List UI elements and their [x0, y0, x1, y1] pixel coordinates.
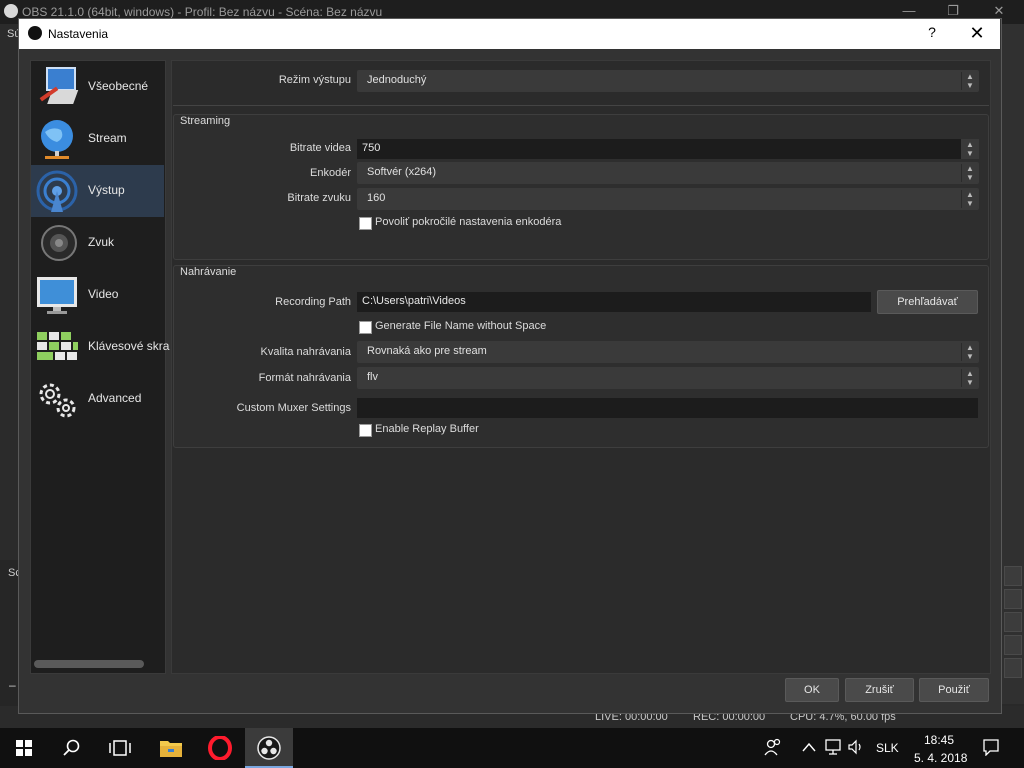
task-view-icon: [109, 740, 131, 756]
browse-button[interactable]: Prehľadávať: [877, 290, 978, 314]
output-mode-select[interactable]: Jednoduchý ▲ ▼: [357, 70, 979, 92]
sidebar-scrollbar[interactable]: [34, 660, 144, 668]
recording-path-input[interactable]: C:\Users\patri\Videos: [357, 292, 871, 312]
video-bitrate-input[interactable]: 750: [357, 139, 961, 159]
clock-date[interactable]: 5. 4. 2018: [914, 751, 967, 765]
gears-icon: [39, 383, 76, 418]
network-icon[interactable]: [824, 738, 842, 756]
task-view-button[interactable]: [96, 728, 144, 768]
taskbar-file-explorer[interactable]: [147, 728, 195, 768]
audio-bitrate-label: Bitrate zvuku: [287, 192, 351, 204]
no-space-checkbox[interactable]: [359, 321, 372, 334]
sidebar-item-video[interactable]: Video: [31, 269, 164, 321]
obs-logo-icon: [257, 736, 281, 760]
advanced-encoder-label: Povoliť pokročilé nastavenia enkodéra: [375, 216, 562, 228]
chevron-updown-icon: ▲ ▼: [961, 164, 978, 182]
recording-format-value: flv: [367, 371, 378, 383]
general-icon: [39, 67, 79, 104]
opera-icon: [208, 736, 232, 760]
speaker-icon: [41, 225, 77, 261]
chevron-updown-icon: ▲ ▼: [961, 343, 978, 361]
no-space-label: Generate File Name without Space: [375, 320, 547, 332]
sidebar-item-label: Všeobecné: [88, 79, 149, 93]
ok-button[interactable]: OK: [785, 678, 839, 702]
spinbox-arrows-icon[interactable]: ▲ ▼: [961, 139, 979, 159]
audio-bitrate-value: 160: [367, 192, 386, 204]
sidebar-item-advanced[interactable]: Advanced: [31, 373, 164, 425]
recording-path-label: Recording Path: [275, 296, 351, 308]
keyboard-icon: [37, 332, 78, 360]
remove-icon[interactable]: –: [9, 678, 16, 692]
advanced-encoder-checkbox[interactable]: [359, 217, 372, 230]
sidebar-item-label: Video: [88, 287, 119, 301]
replay-buffer-label: Enable Replay Buffer: [375, 423, 479, 435]
dialog-titlebar: [19, 19, 1000, 49]
sidebar-item-hotkeys[interactable]: Klávesové skra: [31, 321, 169, 373]
language-indicator[interactable]: SLK: [876, 741, 899, 755]
recording-format-select[interactable]: flv ▲ ▼: [357, 367, 979, 389]
sidebar-item-general[interactable]: Všeobecné: [31, 61, 164, 113]
custom-muxer-label: Custom Muxer Settings: [236, 402, 351, 414]
folder-icon: [160, 741, 182, 757]
main-window-title: OBS 21.1.0 (64bit, windows) - Profil: Be…: [22, 5, 383, 19]
taskbar-opera[interactable]: [196, 728, 244, 768]
streaming-group-title: Streaming: [180, 115, 231, 127]
recording-quality-value: Rovnaká ako pre stream: [367, 345, 487, 357]
apply-button[interactable]: Použiť: [919, 678, 989, 702]
obs-logo-icon: [28, 26, 42, 40]
start-button[interactable]: [0, 728, 48, 768]
notifications-icon[interactable]: [982, 738, 1000, 756]
clock-time[interactable]: 18:45: [924, 733, 954, 747]
main-control-button[interactable]: [1004, 635, 1022, 655]
sidebar-item-label: Advanced: [88, 391, 142, 405]
output-mode-value: Jednoduchý: [367, 74, 427, 86]
recording-quality-label: Kvalita nahrávania: [260, 346, 351, 358]
close-icon[interactable]: ✕: [964, 23, 990, 43]
chevron-updown-icon: ▲ ▼: [961, 369, 978, 387]
sidebar-item-stream[interactable]: Stream: [31, 113, 164, 165]
cancel-button[interactable]: Zrušiť: [845, 678, 914, 702]
video-bitrate-label: Bitrate videa: [289, 142, 351, 154]
main-control-button[interactable]: [1004, 658, 1022, 678]
recording-path-value: C:\Users\patri\Videos: [362, 295, 466, 307]
output-broadcast-icon: [36, 170, 78, 212]
taskbar-obs[interactable]: [245, 728, 293, 768]
custom-muxer-input[interactable]: [357, 398, 978, 418]
divider: [173, 105, 989, 106]
sidebar-item-label: Stream: [88, 131, 127, 145]
replay-buffer-checkbox[interactable]: [359, 424, 372, 437]
sidebar-item-label: Zvuk: [88, 235, 115, 249]
search-icon: [63, 739, 80, 756]
sidebar-item-label: Výstup: [88, 183, 125, 197]
encoder-label: Enkodér: [310, 167, 351, 179]
chevron-updown-icon: ▲ ▼: [961, 190, 978, 208]
monitor-icon: [37, 277, 77, 314]
encoder-value: Softvér (x264): [367, 166, 437, 178]
search-button[interactable]: [48, 728, 96, 768]
video-bitrate-value: 750: [362, 142, 381, 154]
streaming-group: [173, 114, 989, 260]
people-icon[interactable]: [764, 738, 782, 756]
output-mode-label: Režim výstupu: [278, 74, 351, 86]
obs-logo-icon: [4, 4, 18, 18]
sidebar-item-audio[interactable]: Zvuk: [31, 217, 164, 269]
dialog-title: Nastavenia: [48, 27, 109, 41]
help-icon[interactable]: ?: [920, 24, 944, 44]
main-control-button[interactable]: [1004, 589, 1022, 609]
volume-icon[interactable]: [847, 738, 865, 756]
encoder-select[interactable]: Softvér (x264) ▲ ▼: [357, 162, 979, 184]
recording-group-title: Nahrávanie: [180, 266, 237, 278]
sidebar-item-output[interactable]: Výstup: [31, 165, 164, 217]
recording-quality-select[interactable]: Rovnaká ako pre stream ▲ ▼: [357, 341, 979, 363]
stream-globe-icon: [41, 120, 73, 159]
windows-logo-icon: [16, 740, 32, 756]
audio-bitrate-select[interactable]: 160 ▲ ▼: [357, 188, 979, 210]
recording-format-label: Formát nahrávania: [258, 372, 351, 384]
main-control-button[interactable]: [1004, 612, 1022, 632]
chevron-up-icon[interactable]: [802, 742, 816, 752]
main-control-button[interactable]: [1004, 566, 1022, 586]
chevron-updown-icon: ▲ ▼: [961, 72, 978, 90]
